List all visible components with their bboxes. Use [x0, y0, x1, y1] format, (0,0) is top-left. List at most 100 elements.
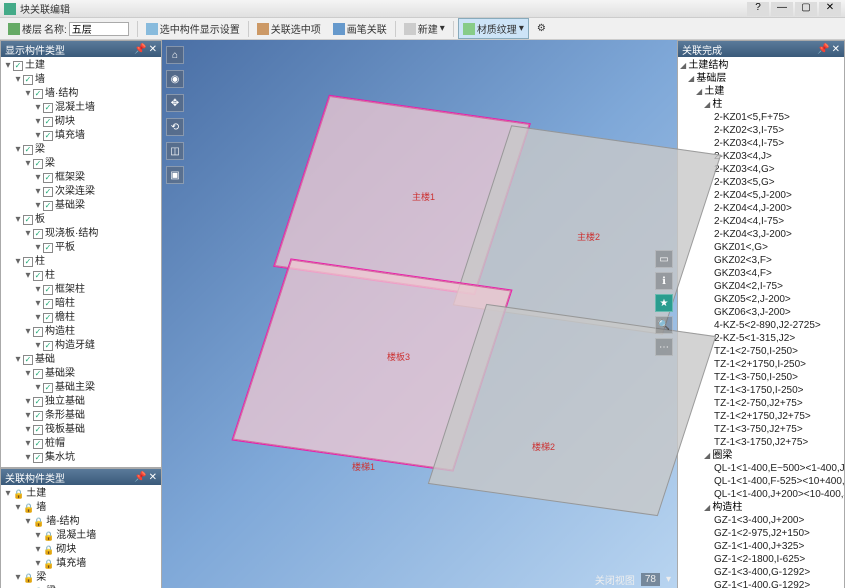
orbit-button[interactable]: ◉ [166, 70, 184, 88]
assoc-selected-button[interactable]: 关联选中项 [253, 19, 325, 38]
expand-icon[interactable]: ▾ [33, 185, 43, 199]
tree-item[interactable]: ▾✓条形基础 [3, 409, 159, 423]
expand-icon[interactable]: ▾ [3, 487, 13, 501]
display-filter-button[interactable]: 选中构件显示设置 [142, 19, 244, 38]
expand-icon[interactable]: ▾ [33, 283, 43, 297]
checkbox[interactable]: ✓ [33, 327, 43, 337]
home-view-button[interactable]: ⌂ [166, 46, 184, 64]
more-button[interactable]: ⋯ [655, 338, 673, 356]
list-item[interactable]: GKZ02<3,F> [680, 254, 842, 267]
pin-icon[interactable]: 📌 [134, 472, 146, 483]
close-icon[interactable]: ✕ [149, 472, 157, 483]
maximize-button[interactable]: ▢ [795, 2, 817, 16]
display-types-tree[interactable]: ▾✓土建▾✓墙▾✓墙·结构▾✓混凝土墙▾✓砌块▾✓填充墙▾✓梁▾✓梁▾✓框架梁▾… [3, 59, 159, 465]
checkbox[interactable]: ✓ [33, 271, 43, 281]
rotate-button[interactable]: ⟲ [166, 118, 184, 136]
checkbox[interactable]: ✓ [43, 243, 53, 253]
list-item[interactable]: GKZ04<2,I-75> [680, 280, 842, 293]
tree-item[interactable]: ▾🔒土建 [3, 487, 159, 501]
list-header[interactable]: 基础层 [680, 72, 842, 85]
tree-item[interactable]: ▾✓基础梁 [3, 199, 159, 213]
expand-icon[interactable]: ▾ [23, 87, 33, 101]
checkbox[interactable]: ✓ [33, 411, 43, 421]
list-item[interactable]: 2-KZ03<4,I-75> [680, 137, 842, 150]
expand-icon[interactable]: ▾ [33, 529, 43, 543]
tree-item[interactable]: ▾✓现浇板·结构 [3, 227, 159, 241]
checkbox[interactable]: ✓ [33, 89, 43, 99]
3d-viewport[interactable]: 主楼1 主楼2 楼板3 楼梯1 楼梯2 ⌂ ◉ ✥ ⟲ ◫ ▣ ▭ ℹ ★ 🔍 … [162, 40, 677, 588]
tree-item[interactable]: ▾✓构造牙缝 [3, 339, 159, 353]
tree-item[interactable]: ▾✓筏板基础 [3, 423, 159, 437]
expand-icon[interactable]: ▾ [13, 353, 23, 367]
tree-item[interactable]: ▾✓基础 [3, 353, 159, 367]
status-tab[interactable]: 关闭视图 [595, 572, 635, 587]
list-header[interactable]: 柱 [680, 98, 842, 111]
tree-item[interactable]: ▾✓墙·结构 [3, 87, 159, 101]
expand-icon[interactable]: ▾ [13, 501, 23, 515]
checkbox[interactable]: ✓ [13, 61, 23, 71]
tree-item[interactable]: ▾✓基础主梁 [3, 381, 159, 395]
chevron-down-icon[interactable]: ▾ [666, 574, 671, 585]
list-item[interactable]: GKZ01<,G> [680, 241, 842, 254]
list-item[interactable]: GZ-1<2-975,J2+150> [680, 527, 842, 540]
list-header[interactable]: 构造柱 [680, 501, 842, 514]
checkbox[interactable]: ✓ [33, 439, 43, 449]
checkbox[interactable]: ✓ [43, 285, 53, 295]
list-item[interactable]: QL-1<1-400,F-525><10+400,F-525> [680, 475, 842, 488]
checkbox[interactable]: ✓ [23, 215, 33, 225]
list-item[interactable]: QL-1<1-400,E~500><1-400,J+100> [680, 462, 842, 475]
list-item[interactable]: TZ-1<2+1750,J2+75> [680, 410, 842, 423]
checkbox[interactable]: ✓ [43, 117, 53, 127]
list-item[interactable]: GZ-1<3-400,G-1292> [680, 566, 842, 579]
checkbox[interactable]: ✓ [33, 425, 43, 435]
checkbox[interactable]: ✓ [43, 187, 53, 197]
expand-icon[interactable]: ▾ [33, 199, 43, 213]
tree-item[interactable]: ▾✓构造柱 [3, 325, 159, 339]
tree-item[interactable]: ▾✓墙 [3, 73, 159, 87]
expand-icon[interactable]: ▾ [33, 557, 43, 571]
pin-icon[interactable]: 📌 [134, 44, 146, 55]
draw-assoc-button[interactable]: 画笔关联 [329, 19, 391, 38]
list-item[interactable]: GZ-1<1-400,J+325> [680, 540, 842, 553]
new-button[interactable]: 新建 ▾ [400, 19, 449, 38]
tree-item[interactable]: ▾✓填充墙 [3, 129, 159, 143]
expand-icon[interactable]: ▾ [33, 115, 43, 129]
checkbox[interactable]: ✓ [43, 173, 53, 183]
tree-item[interactable]: ▾✓板 [3, 213, 159, 227]
floor-selector[interactable]: 楼层 名称: [4, 19, 133, 38]
expand-icon[interactable]: ▾ [23, 325, 33, 339]
expand-icon[interactable]: ▾ [23, 395, 33, 409]
checkbox[interactable]: ✓ [43, 313, 53, 323]
info-button[interactable]: ℹ [655, 272, 673, 290]
list-item[interactable]: GZ-1<2-1800,I-625> [680, 553, 842, 566]
checkbox[interactable]: ✓ [33, 397, 43, 407]
expand-icon[interactable]: ▾ [33, 297, 43, 311]
tree-item[interactable]: ▾✓混凝土墙 [3, 101, 159, 115]
tree-item[interactable]: ▾🔒混凝土墙 [3, 529, 159, 543]
list-item[interactable]: TZ-1<3-750,I-250> [680, 371, 842, 384]
expand-icon[interactable]: ▾ [23, 227, 33, 241]
list-item[interactable]: 2-KZ04<3,J-200> [680, 228, 842, 241]
tree-item[interactable]: ▾✓独立基础 [3, 395, 159, 409]
checkbox[interactable]: ✓ [33, 229, 43, 239]
assoc-types-tree[interactable]: ▾🔒土建▾🔒墙▾🔒墙-结构▾🔒混凝土墙▾🔒砌块▾🔒填充墙▾🔒梁▾🔒梁▾🔒框架梁▾… [3, 487, 159, 588]
tree-item[interactable]: ▾✓暗柱 [3, 297, 159, 311]
tree-item[interactable]: ▾✓框架梁 [3, 171, 159, 185]
checkbox[interactable]: ✓ [23, 257, 33, 267]
list-item[interactable]: 4-KZ-5<2-890,J2-2725> [680, 319, 842, 332]
tree-item[interactable]: ▾✓檐柱 [3, 311, 159, 325]
close-button[interactable]: ✕ [819, 2, 841, 16]
expand-icon[interactable]: ▾ [13, 213, 23, 227]
expand-icon[interactable]: ▾ [13, 73, 23, 87]
assoc-done-list[interactable]: 土建结构基础层土建柱2-KZ01<5,F+75>2-KZ02<3,I-75>2-… [680, 59, 842, 588]
checkbox[interactable]: ✓ [23, 145, 33, 155]
checkbox[interactable]: ✓ [33, 453, 43, 463]
tree-item[interactable]: ▾✓基础梁 [3, 367, 159, 381]
expand-icon[interactable]: ▾ [23, 157, 33, 171]
tree-item[interactable]: ▾✓集水坑 [3, 451, 159, 465]
list-item[interactable]: GKZ05<2,J-200> [680, 293, 842, 306]
settings-button[interactable]: ⚙ [533, 21, 550, 36]
list-header[interactable]: 圈梁 [680, 449, 842, 462]
list-header[interactable]: 土建结构 [680, 59, 842, 72]
close-icon[interactable]: ✕ [149, 44, 157, 55]
